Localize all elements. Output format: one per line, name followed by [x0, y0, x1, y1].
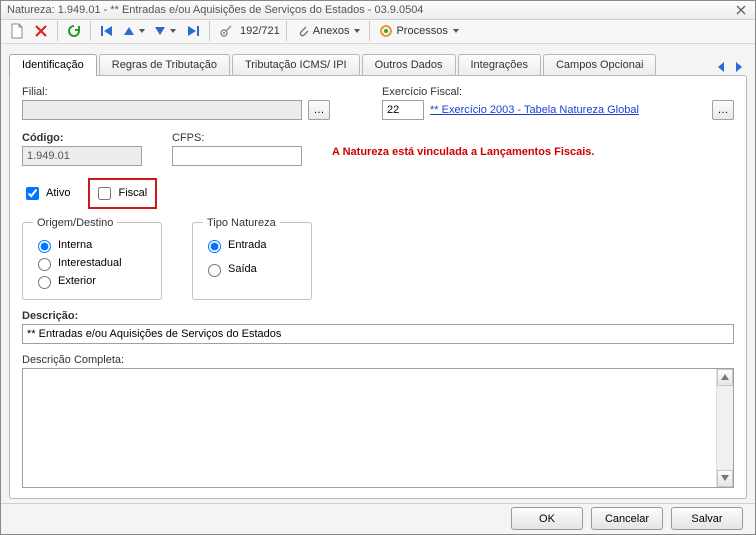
filial-field[interactable]: [22, 100, 302, 120]
tipo-natureza-group: Tipo Natureza Entrada Saída: [192, 217, 312, 300]
window-natureza: Natureza: 1.949.01 - ** Entradas e/ou Aq…: [0, 0, 756, 535]
scroll-down-button[interactable]: [717, 470, 733, 487]
anexos-menu[interactable]: Anexos: [293, 20, 364, 42]
fiscal-checkbox[interactable]: Fiscal: [94, 184, 147, 203]
filial-lookup-button[interactable]: …: [308, 100, 330, 120]
exercicio-lookup-button[interactable]: …: [712, 100, 734, 120]
cfps-label: CFPS:: [172, 132, 204, 144]
content-area: Identificação Regras de Tributação Tribu…: [1, 44, 755, 503]
new-button[interactable]: [7, 20, 27, 42]
fiscal-checkbox-input[interactable]: [98, 187, 111, 200]
tabstrip: Identificação Regras de Tributação Tribu…: [9, 50, 747, 75]
descricao-label: Descrição:: [22, 310, 78, 322]
descricao-completa-wrap: [22, 368, 734, 488]
ellipsis-icon: …: [314, 104, 325, 116]
tab-panel-identificacao: Filial: … Exercício Fiscal: ** Exercício…: [9, 75, 747, 499]
origem-destino-group: Origem/Destino Interna Interestadual Ext…: [22, 217, 162, 300]
tab-outros-dados[interactable]: Outros Dados: [362, 54, 456, 76]
chevron-down-icon: [139, 29, 145, 33]
chevron-down-icon: [354, 29, 360, 33]
nav-next-button[interactable]: [152, 20, 179, 42]
toolbar: 192/721 Anexos Processos: [1, 20, 755, 44]
processos-label: Processos: [396, 25, 447, 37]
search-button[interactable]: [216, 20, 236, 42]
nav-prev-button[interactable]: [121, 20, 148, 42]
origem-legend: Origem/Destino: [33, 217, 117, 229]
warning-text: A Natureza está vinculada a Lançamentos …: [332, 146, 594, 158]
tab-regras-tributacao[interactable]: Regras de Tributação: [99, 54, 230, 76]
record-counter: 192/721: [240, 25, 280, 37]
tab-identificacao[interactable]: Identificação: [9, 54, 97, 76]
descricao-completa-label: Descrição Completa:: [22, 354, 124, 366]
fiscal-label: Fiscal: [118, 187, 147, 199]
anexos-label: Anexos: [313, 25, 350, 37]
chevron-down-icon: [170, 29, 176, 33]
cancelar-button[interactable]: Cancelar: [591, 507, 663, 530]
ativo-checkbox[interactable]: Ativo: [22, 184, 70, 203]
chevron-down-icon: [453, 29, 459, 33]
scrollbar-vertical[interactable]: [716, 369, 733, 487]
codigo-label: Código:: [22, 132, 64, 144]
tipo-saida[interactable]: Saída: [203, 261, 301, 277]
exercicio-field[interactable]: [382, 100, 424, 120]
cfps-field[interactable]: [172, 146, 302, 166]
ativo-label: Ativo: [46, 187, 70, 199]
ok-button[interactable]: OK: [511, 507, 583, 530]
delete-button[interactable]: [31, 20, 51, 42]
origem-exterior[interactable]: Exterior: [33, 273, 151, 289]
ellipsis-icon: …: [718, 104, 729, 116]
tab-integracoes[interactable]: Integrações: [458, 54, 541, 76]
nav-first-button[interactable]: [97, 20, 117, 42]
exercicio-link[interactable]: ** Exercício 2003 - Tabela Natureza Glob…: [430, 104, 639, 116]
window-title: Natureza: 1.949.01 - ** Entradas e/ou Aq…: [7, 4, 423, 16]
processos-menu[interactable]: Processos: [376, 20, 461, 42]
window-close-button[interactable]: [733, 2, 749, 18]
scroll-up-button[interactable]: [717, 369, 733, 386]
tipo-legend: Tipo Natureza: [203, 217, 280, 229]
tipo-entrada[interactable]: Entrada: [203, 237, 301, 253]
salvar-button[interactable]: Salvar: [671, 507, 743, 530]
filial-label: Filial:: [22, 86, 48, 98]
tab-tributacao-icms-ipi[interactable]: Tributação ICMS/ IPI: [232, 54, 360, 76]
tab-campos-opcionais[interactable]: Campos Opcionai: [543, 54, 656, 76]
exercicio-label: Exercício Fiscal:: [382, 86, 462, 98]
origem-interna[interactable]: Interna: [33, 237, 151, 253]
descricao-field[interactable]: [22, 324, 734, 344]
tab-scroll-right[interactable]: [731, 59, 747, 75]
tab-scroll-left[interactable]: [713, 59, 729, 75]
fiscal-highlight: Fiscal: [88, 178, 157, 209]
footer: OK Cancelar Salvar: [1, 503, 755, 534]
titlebar: Natureza: 1.949.01 - ** Entradas e/ou Aq…: [1, 1, 755, 20]
descricao-completa-field[interactable]: [23, 369, 715, 487]
origem-interestadual[interactable]: Interestadual: [33, 255, 151, 271]
refresh-button[interactable]: [64, 20, 84, 42]
codigo-field[interactable]: [22, 146, 142, 166]
ativo-checkbox-input[interactable]: [26, 187, 39, 200]
nav-last-button[interactable]: [183, 20, 203, 42]
